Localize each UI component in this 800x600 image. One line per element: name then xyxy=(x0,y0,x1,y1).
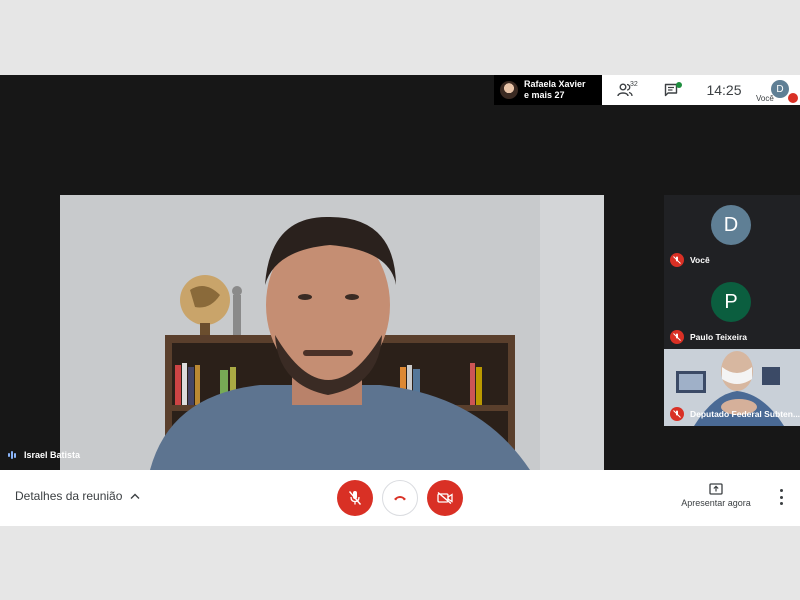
mic-off-icon xyxy=(348,491,362,505)
camera-off-icon xyxy=(437,492,453,504)
chat-notification-dot xyxy=(676,82,682,88)
participant-name: Deputado Federal Subten... xyxy=(690,409,800,419)
camera-toggle-button[interactable] xyxy=(427,480,463,516)
leave-call-button[interactable] xyxy=(382,480,418,516)
more-vert-icon xyxy=(779,489,783,492)
speaker-video-icon xyxy=(60,195,604,470)
presenter-avatar xyxy=(500,81,518,99)
presenter-name: Rafaela Xavier xyxy=(524,79,586,89)
participant-avatar: P xyxy=(711,282,751,322)
top-controls: 32 14:25 D Você xyxy=(602,75,800,105)
present-screen-icon xyxy=(709,483,723,495)
meeting-clock: 14:25 xyxy=(706,82,742,98)
presenter-others: e mais 27 xyxy=(524,90,565,100)
participant-name: Você xyxy=(690,255,710,265)
present-now-label: Apresentar agora xyxy=(681,498,751,508)
participants-count: 32 xyxy=(630,81,638,88)
participant-tile-paulo[interactable]: P Paulo Teixeira xyxy=(664,272,800,349)
meeting-details-button[interactable]: Detalhes da reunião xyxy=(15,489,140,503)
mic-off-icon xyxy=(670,253,684,267)
microphone-toggle-button[interactable] xyxy=(337,480,373,516)
participant-tile-deputado[interactable]: Deputado Federal Subten... xyxy=(664,349,800,426)
chevron-up-icon xyxy=(130,493,140,499)
audio-level-icon xyxy=(8,451,16,459)
participant-tile-self[interactable]: D Você xyxy=(664,195,800,272)
presenter-chip[interactable]: Rafaela Xavier e mais 27 xyxy=(494,75,602,105)
mic-off-icon xyxy=(788,93,798,103)
main-video-feed xyxy=(60,195,604,470)
bottom-control-bar: Detalhes da reunião Apresentar agora xyxy=(0,470,800,526)
participant-name: Paulo Teixeira xyxy=(690,332,748,342)
hang-up-icon xyxy=(394,496,406,501)
self-label: Você xyxy=(756,94,774,103)
participant-avatar: D xyxy=(711,205,751,245)
mic-off-icon xyxy=(670,407,684,421)
mic-off-icon xyxy=(670,330,684,344)
meeting-details-label: Detalhes da reunião xyxy=(15,489,123,503)
present-now-button[interactable]: Apresentar agora xyxy=(676,483,756,508)
chat-button[interactable] xyxy=(648,75,694,105)
meeting-stage: Rafaela Xavier e mais 27 32 14:25 D Você… xyxy=(0,75,800,526)
speaker-label: Israel Batista xyxy=(8,450,80,460)
speaker-name: Israel Batista xyxy=(24,450,81,460)
self-chip[interactable]: D Você xyxy=(754,75,800,105)
more-options-button[interactable] xyxy=(776,489,786,505)
participants-button[interactable]: 32 xyxy=(602,75,648,105)
